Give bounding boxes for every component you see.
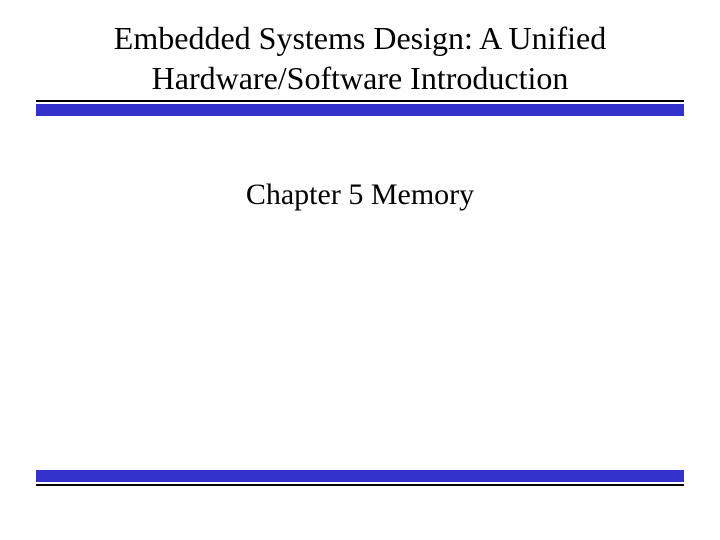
- slide-subtitle: Chapter 5 Memory: [0, 178, 720, 212]
- bottom-divider-blue: [36, 470, 684, 482]
- top-divider-black: [36, 100, 684, 102]
- bottom-divider-black: [36, 484, 684, 486]
- top-divider-blue: [36, 104, 684, 116]
- title-line-1: Embedded Systems Design: A Unified: [114, 20, 606, 56]
- slide-title: Embedded Systems Design: A Unified Hardw…: [40, 18, 680, 98]
- slide-container: Embedded Systems Design: A Unified Hardw…: [0, 0, 720, 540]
- title-line-2: Hardware/Software Introduction: [152, 60, 569, 96]
